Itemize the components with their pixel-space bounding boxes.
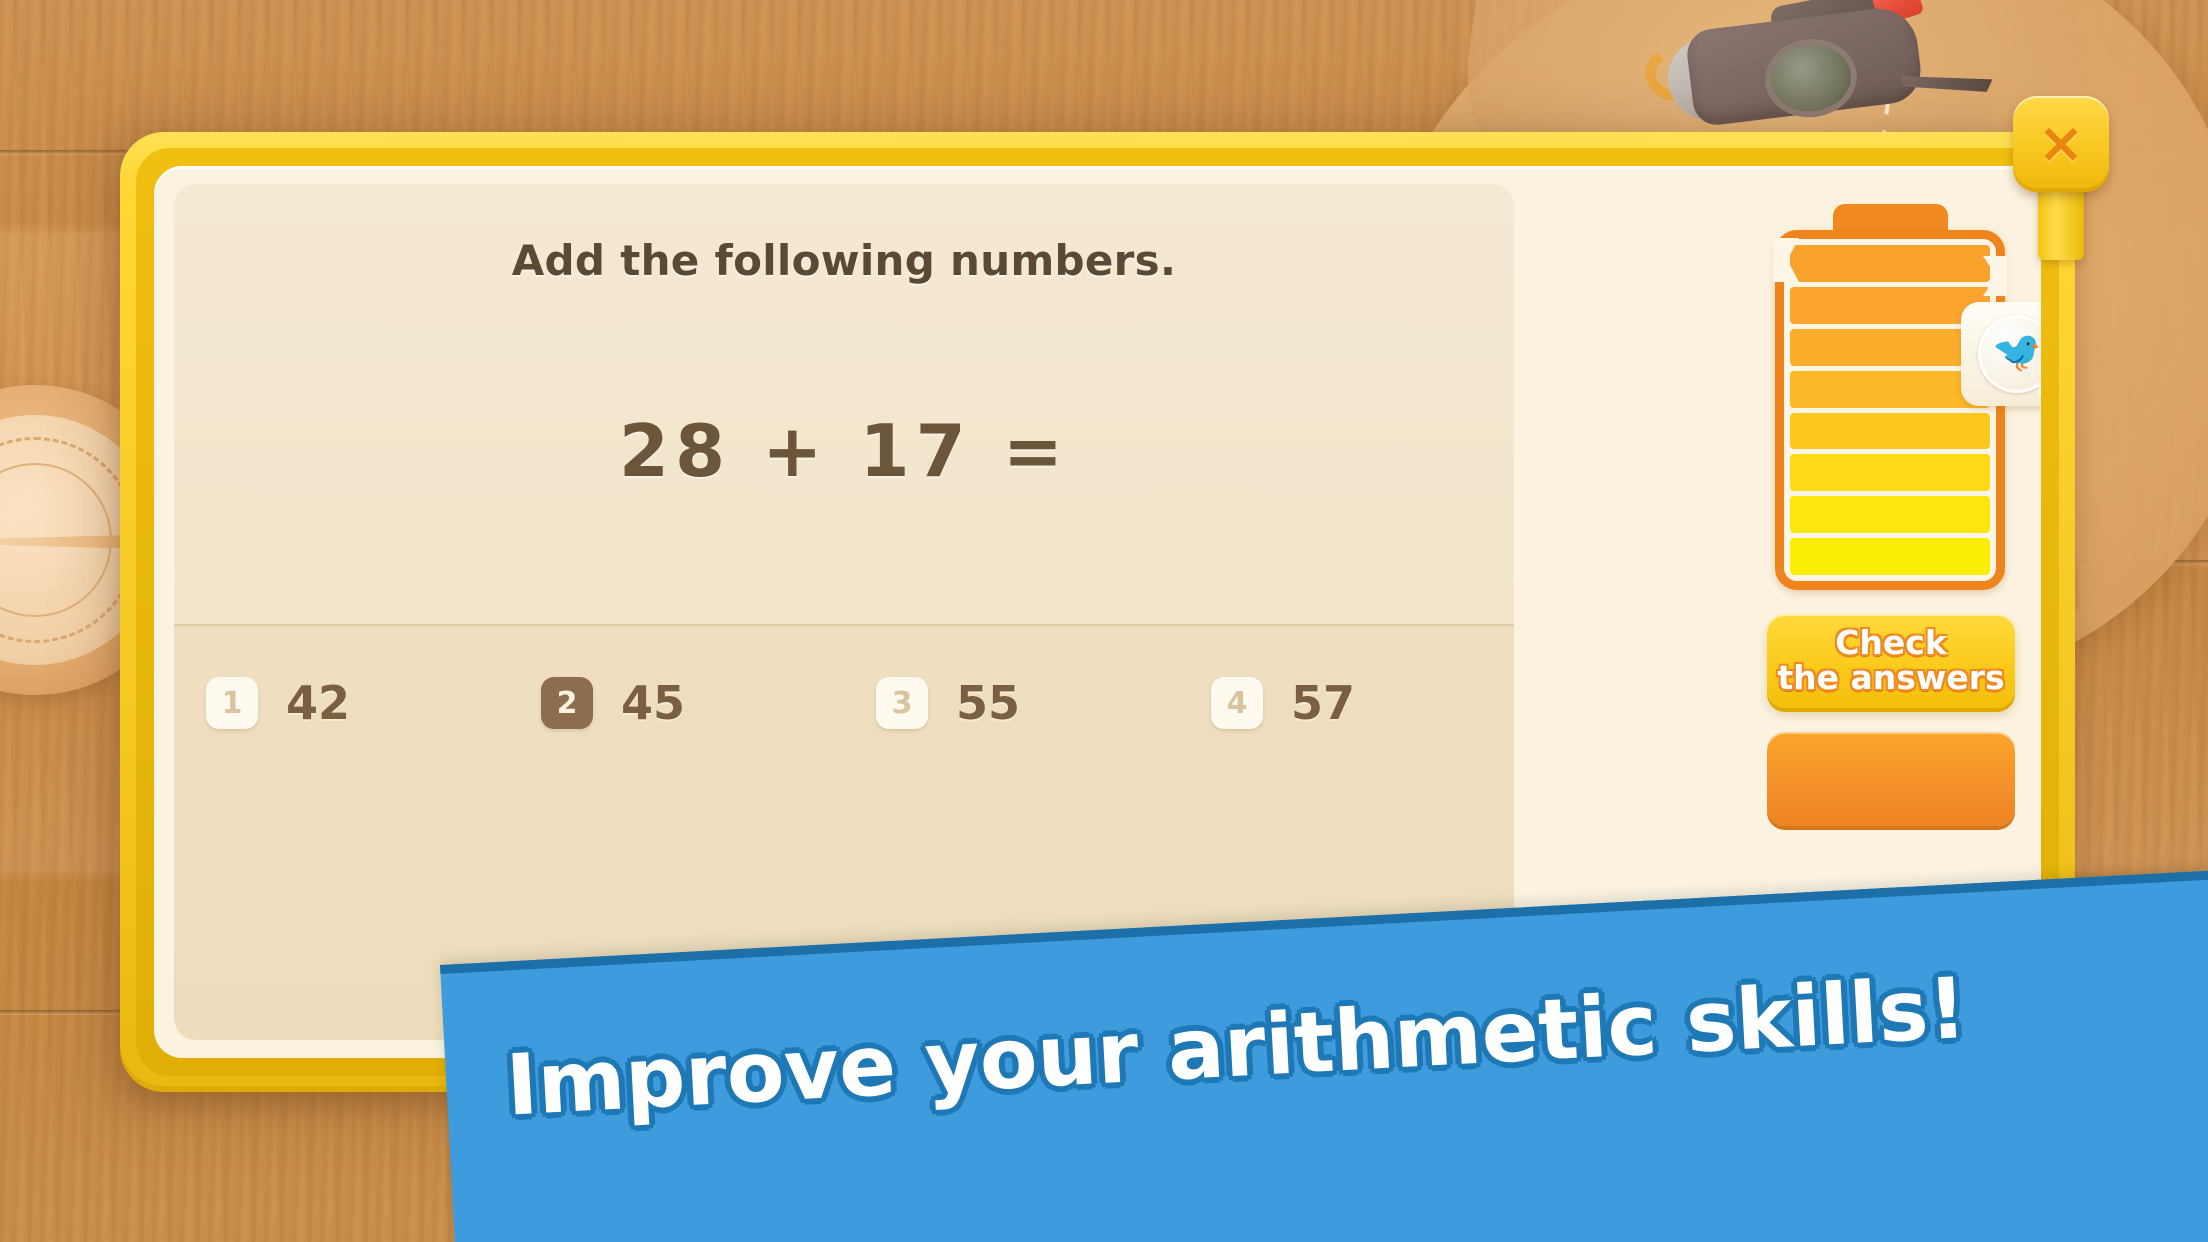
answer-value-1[interactable]: 42: [286, 676, 350, 730]
check-answers-line1: Check: [1835, 623, 1947, 663]
bird-glyph: 🐦: [1992, 329, 2041, 375]
close-icon: ×: [2037, 111, 2085, 176]
progress-tower: 🐦 2: [1773, 204, 2041, 590]
answer-option-1[interactable]: 1 42: [174, 676, 509, 730]
answer-option-4[interactable]: 4 57: [1179, 676, 1514, 730]
equation-text: 28 + 17 =: [618, 409, 1070, 493]
progress-segment: [1790, 286, 1990, 324]
question-prompt: Add the following numbers.: [511, 236, 1177, 285]
progress-segment: [1790, 538, 1990, 575]
progress-segment: [1790, 328, 1990, 366]
score-count: 2: [2038, 355, 2041, 404]
progress-segment: [1790, 496, 1990, 534]
answer-value-3[interactable]: 55: [956, 676, 1020, 730]
progress-segment: [1790, 370, 1990, 408]
answer-option-2[interactable]: 2 45: [509, 676, 844, 730]
answer-badge-4[interactable]: 4: [1211, 677, 1263, 729]
check-answers-line2: the answers: [1777, 658, 2005, 697]
answer-value-2[interactable]: 45: [621, 676, 685, 730]
progress-tower-shell: [1775, 230, 2005, 590]
bird-icon: 🐦: [1978, 315, 2041, 393]
check-answers-label: Check the answers: [1777, 623, 2005, 697]
close-button[interactable]: ×: [2013, 96, 2109, 192]
progress-segment: [1790, 454, 1990, 492]
score-badge: 🐦 2: [1961, 302, 2041, 406]
question-area: Add the following numbers. 28 + 17 =: [174, 184, 1514, 624]
check-answers-button[interactable]: Check the answers: [1767, 614, 2015, 708]
progress-segment: [1790, 412, 1990, 450]
answer-value-4[interactable]: 57: [1291, 676, 1355, 730]
answer-options-row: 1 42 2 45 3 55 4 57: [174, 676, 1514, 730]
progress-segment: [1790, 245, 1990, 282]
answer-badge-2[interactable]: 2: [541, 677, 593, 729]
answer-badge-1[interactable]: 1: [206, 677, 258, 729]
answer-option-3[interactable]: 3 55: [844, 676, 1179, 730]
answer-badge-3[interactable]: 3: [876, 677, 928, 729]
next-button[interactable]: [1767, 732, 2015, 826]
promo-banner-text: Improve your arithmetic skills!: [503, 958, 1969, 1135]
question-card: Add the following numbers. 28 + 17 = 1 4…: [174, 184, 1514, 1040]
